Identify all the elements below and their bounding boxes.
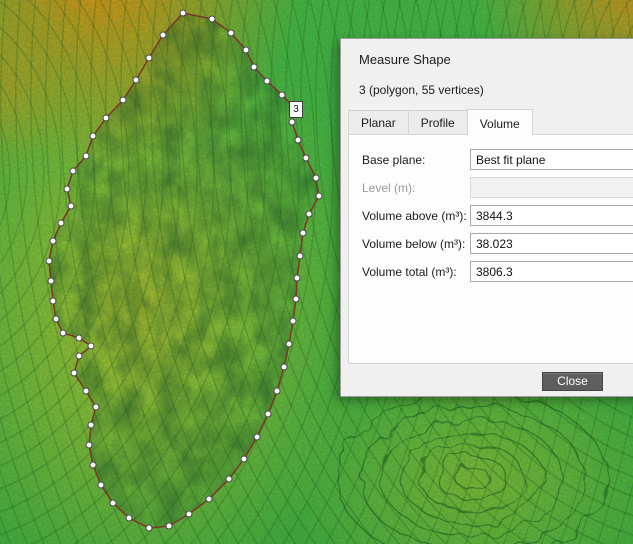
volume-tab-panel: Base plane: Level (m): Volume above (m³)… (348, 134, 633, 364)
volume-below-label: Volume below (m³): (362, 236, 466, 251)
volume-total-label: Volume total (m³): (362, 264, 457, 279)
volume-above-label: Volume above (m³): (362, 208, 467, 223)
level-label: Level (m): (362, 180, 416, 195)
base-plane-label: Base plane: (362, 152, 426, 167)
tab-bar: Planar Profile Volume (348, 109, 533, 135)
volume-above-input[interactable] (470, 205, 633, 226)
base-plane-row: Base plane: (362, 149, 633, 170)
level-row: Level (m): (362, 177, 633, 198)
shape-number-tag: 3 (289, 101, 303, 118)
volume-below-row: Volume below (m³): (362, 233, 633, 254)
volume-total-row: Volume total (m³): (362, 261, 633, 282)
volume-above-row: Volume above (m³): (362, 205, 633, 226)
measure-shape-dialog: Measure Shape 3 (polygon, 55 vertices) P… (340, 38, 633, 397)
close-button[interactable]: Close (542, 372, 603, 391)
tab-volume[interactable]: Volume (466, 109, 533, 135)
tab-planar[interactable]: Planar (348, 110, 409, 134)
app-window: 3 Measure Shape 3 (polygon, 55 vertices)… (0, 0, 633, 544)
tab-profile[interactable]: Profile (407, 110, 468, 134)
volume-below-input[interactable] (470, 233, 633, 254)
volume-total-input[interactable] (470, 261, 633, 282)
dialog-title: Measure Shape (359, 52, 451, 67)
level-input (470, 177, 633, 198)
shape-summary: 3 (polygon, 55 vertices) (359, 83, 484, 97)
base-plane-input[interactable] (470, 149, 633, 170)
